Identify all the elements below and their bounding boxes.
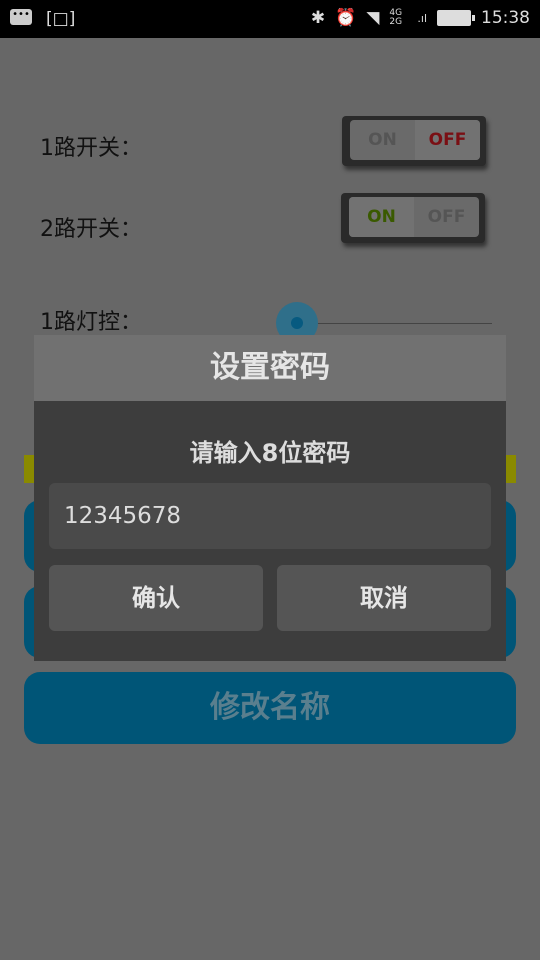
- battery-icon: [437, 10, 475, 26]
- light-control-label: 1路灯控：: [40, 310, 142, 335]
- switch2-on: ON: [349, 197, 414, 237]
- switch1-off: OFF: [415, 120, 480, 160]
- status-bar: ••• [□] ✱ ⏰ ◥ 4G 2G .ıl 15:38: [0, 0, 540, 38]
- wifi-icon: ◥: [366, 8, 380, 28]
- confirm-button[interactable]: 确认: [49, 565, 263, 631]
- signal-icon: .ıl: [417, 11, 427, 25]
- light-slider-track[interactable]: [300, 323, 492, 324]
- switch2-toggle[interactable]: ON OFF: [341, 193, 485, 243]
- password-input[interactable]: [49, 483, 491, 549]
- clock: 15:38: [481, 8, 530, 28]
- rename-button[interactable]: 修改名称: [24, 672, 516, 744]
- message-icon: •••: [10, 9, 32, 25]
- screenshot-icon: [□]: [46, 9, 76, 29]
- network-label: 4G 2G: [389, 8, 403, 27]
- switch2-label: 2路开关：: [40, 217, 142, 242]
- switch1-label: 1路开关：: [40, 136, 142, 161]
- alarm-icon: ⏰: [335, 8, 357, 28]
- switch1-toggle[interactable]: ON OFF: [342, 116, 486, 166]
- switch2-off: OFF: [427, 207, 466, 227]
- set-password-dialog: 设置密码 请输入8位密码 确认 取消: [34, 335, 506, 661]
- switch1-on: ON: [368, 130, 397, 150]
- cancel-button[interactable]: 取消: [277, 565, 491, 631]
- dialog-title: 设置密码: [34, 335, 506, 401]
- dialog-message: 请输入8位密码: [189, 439, 351, 467]
- bluetooth-icon: ✱: [310, 8, 326, 28]
